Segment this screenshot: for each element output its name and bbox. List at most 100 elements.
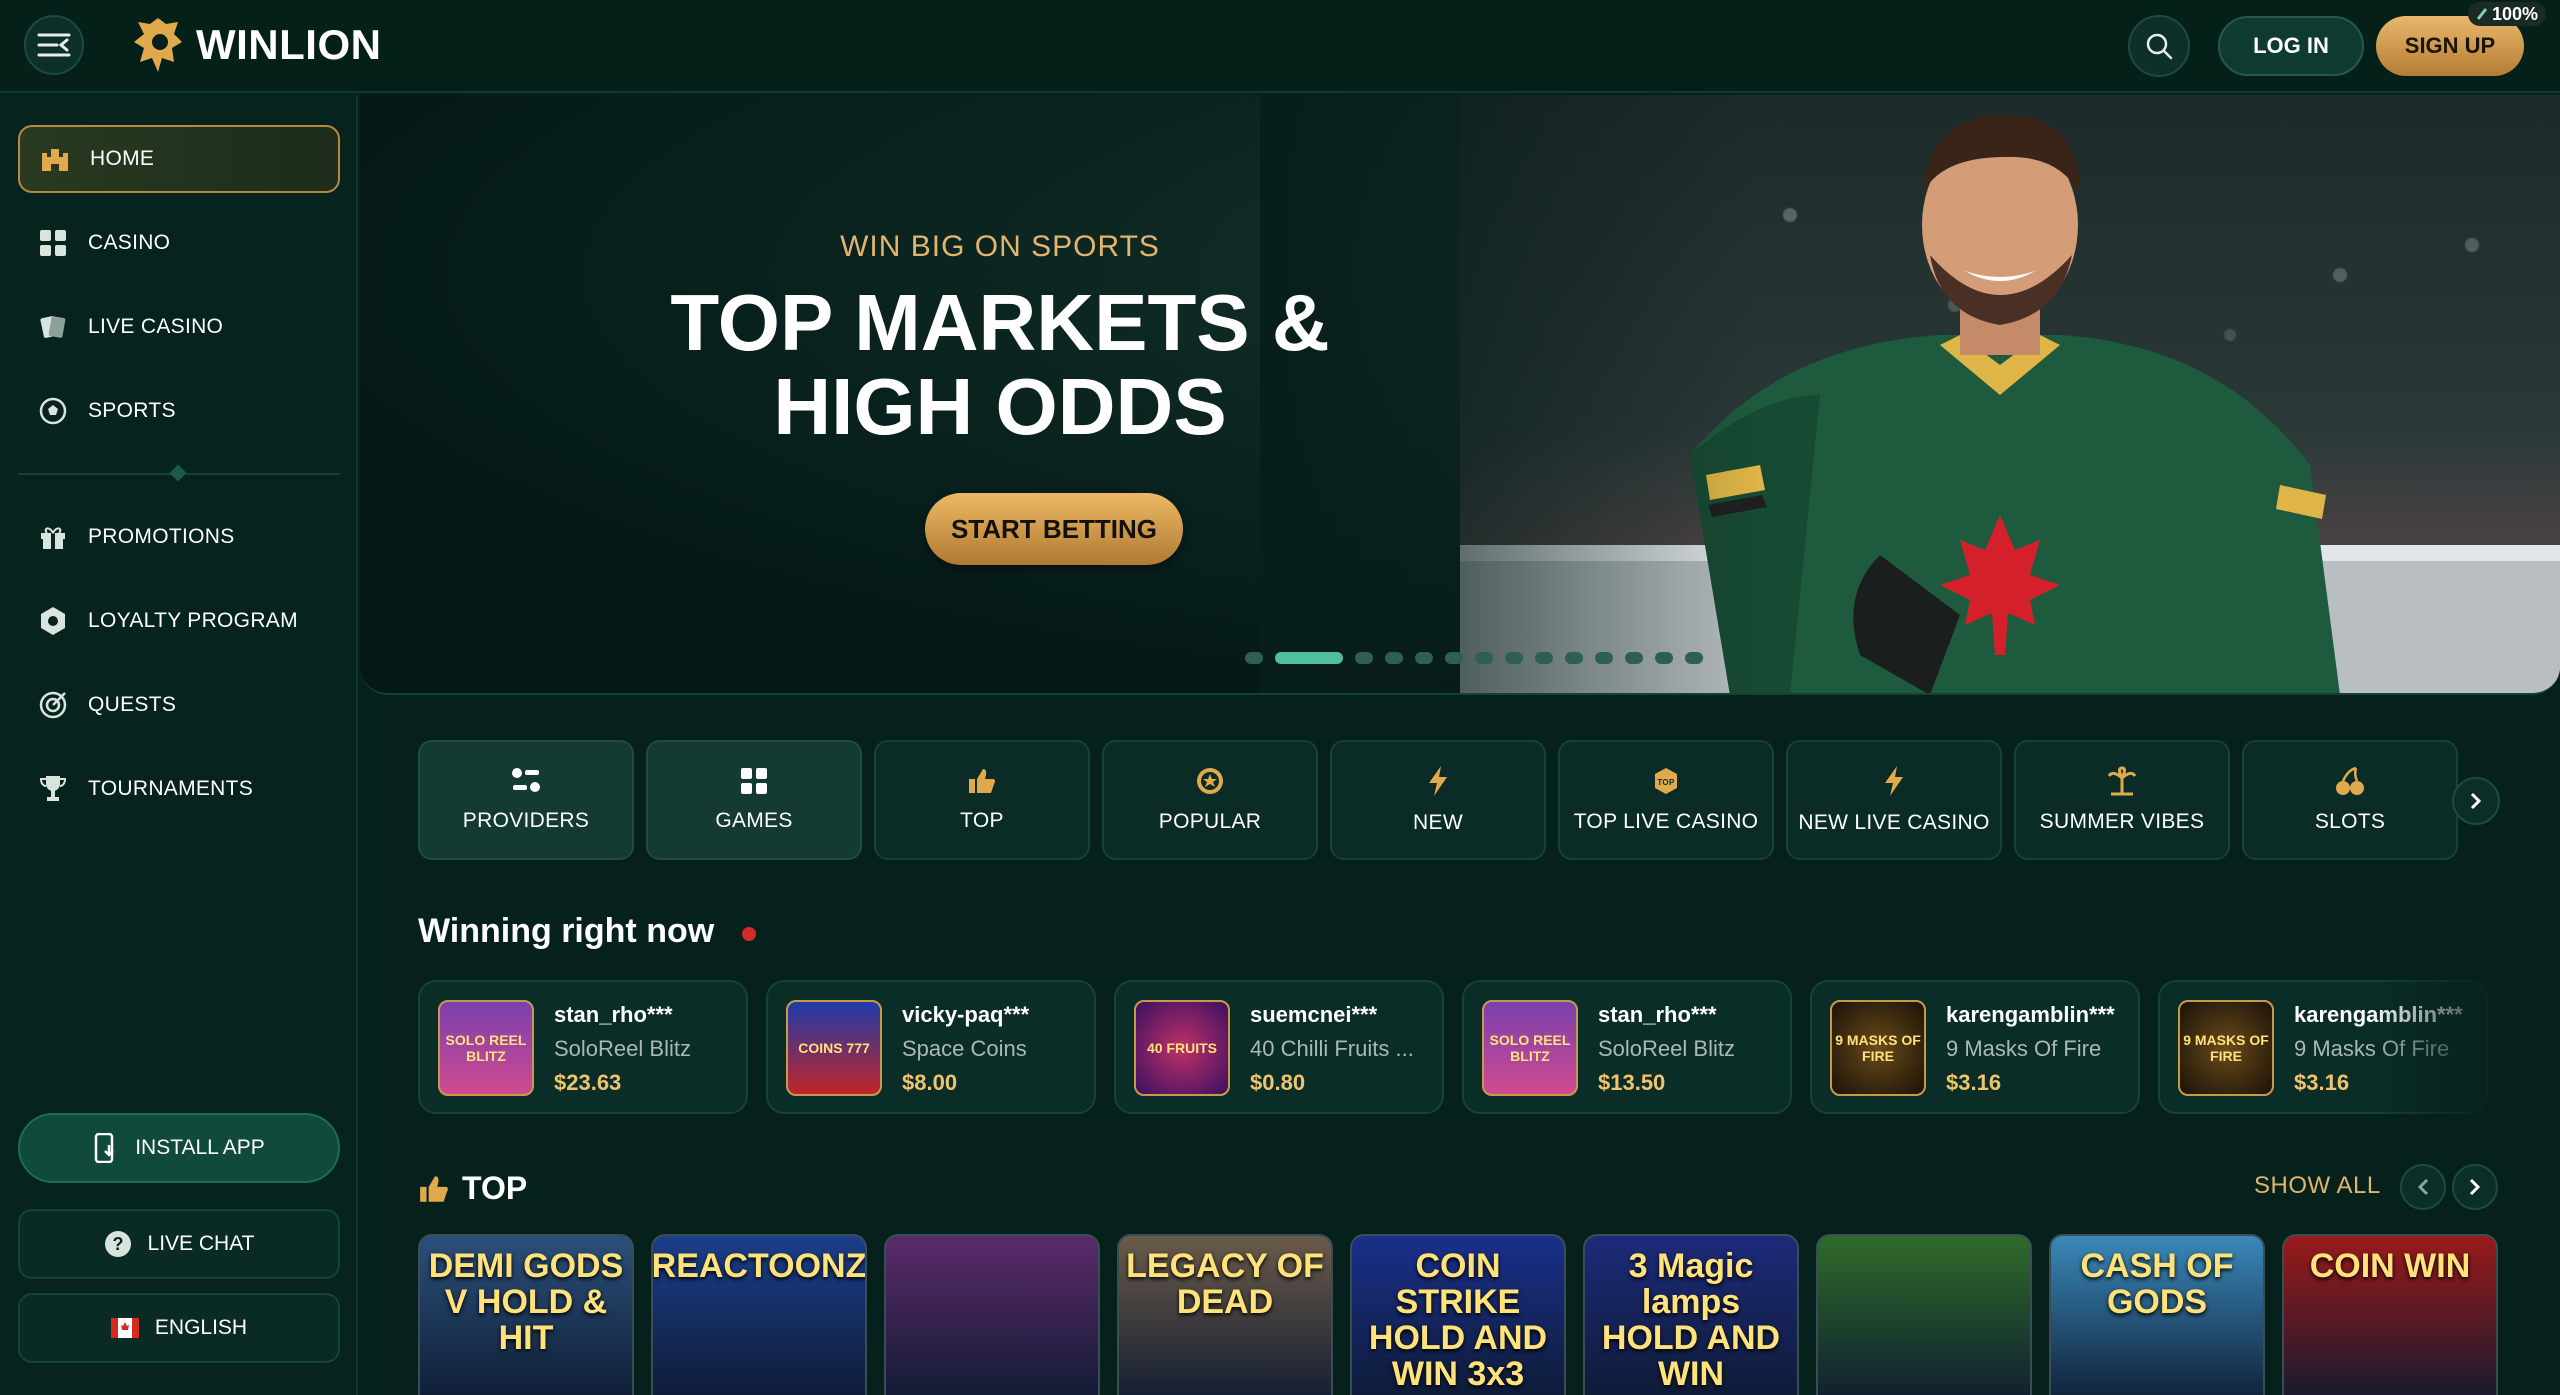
live-chat-button[interactable]: ? LIVE CHAT xyxy=(18,1209,340,1279)
carousel-dot[interactable] xyxy=(1505,652,1523,664)
carousel-dot[interactable] xyxy=(1415,652,1433,664)
winning-section-title: Winning right now xyxy=(418,912,715,950)
game-card[interactable]: CASH OF GODS xyxy=(2049,1234,2265,1395)
chevron-right-icon xyxy=(2469,1178,2481,1196)
win-user: vicky-paq*** xyxy=(902,1002,1030,1027)
category-label: SUMMER VIBES xyxy=(2039,810,2205,833)
category-top[interactable]: TOP xyxy=(874,740,1090,860)
win-amount: $23.63 xyxy=(554,1070,622,1095)
carousel-dot[interactable] xyxy=(1475,652,1493,664)
grid-icon xyxy=(741,768,767,794)
gift-icon xyxy=(38,522,68,552)
language-label: ENGLISH xyxy=(154,1316,248,1339)
sidebar-item-promotions[interactable]: PROMOTIONS xyxy=(18,503,340,571)
carousel-dot[interactable] xyxy=(1275,652,1343,664)
search-button[interactable] xyxy=(2128,15,2190,77)
win-amount: $3.16 xyxy=(2294,1070,2350,1095)
live-chat-label: LIVE CHAT xyxy=(147,1232,255,1255)
game-thumbnail: COINS 777 xyxy=(786,1000,882,1096)
install-app-label: INSTALL APP xyxy=(135,1136,265,1159)
carousel-dot[interactable] xyxy=(1385,652,1403,664)
win-amount: $0.80 xyxy=(1250,1070,1306,1095)
game-card[interactable]: REACTOONZ xyxy=(651,1234,867,1395)
game-card[interactable] xyxy=(884,1234,1100,1395)
win-user: stan_rho*** xyxy=(1598,1002,1717,1027)
sidebar-item-label: SPORTS xyxy=(88,399,176,422)
category-top-live-casino[interactable]: TOP TOP LIVE CASINO xyxy=(1558,740,1774,860)
install-app-button[interactable]: INSTALL APP xyxy=(18,1113,340,1183)
phone-download-icon xyxy=(94,1133,115,1163)
carousel-dot[interactable] xyxy=(1595,652,1613,664)
carousel-dot[interactable] xyxy=(1445,652,1463,664)
category-label: POPULAR xyxy=(1158,810,1262,833)
category-label: NEW xyxy=(1413,811,1463,834)
game-card[interactable]: DEMI GODS V HOLD & HIT xyxy=(418,1234,634,1395)
category-slots[interactable]: SLOTS xyxy=(2242,740,2458,860)
win-card[interactable]: SOLO REEL BLITZ stan_rho*** SoloReel Bli… xyxy=(418,980,748,1114)
carousel-dot[interactable] xyxy=(1685,652,1703,664)
win-amount: $13.50 xyxy=(1598,1070,1666,1095)
category-new-live-casino[interactable]: NEW LIVE CASINO xyxy=(1786,740,2002,860)
sidebar-item-label: TOURNAMENTS xyxy=(88,777,254,800)
zoom-icon xyxy=(2476,8,2488,20)
carousel-dot[interactable] xyxy=(1655,652,1673,664)
carousel-dot[interactable] xyxy=(1535,652,1553,664)
sidebar-item-tournaments[interactable]: TOURNAMENTS xyxy=(18,755,340,823)
help-icon: ? xyxy=(104,1231,131,1257)
game-card[interactable]: COIN WIN xyxy=(2282,1234,2498,1395)
category-label: TOP xyxy=(960,809,1004,832)
sidebar-item-home[interactable]: HOME xyxy=(18,125,340,193)
sidebar-item-label: CASINO xyxy=(88,231,171,254)
top-section-title: TOP xyxy=(462,1170,528,1206)
show-all-link[interactable]: SHOW ALL xyxy=(2254,1172,2381,1200)
win-game: Space Coins xyxy=(902,1036,1027,1061)
win-user: karengamblin*** xyxy=(1946,1002,2115,1027)
category-label: GAMES xyxy=(715,809,793,832)
game-card[interactable]: 3 Magic lamps HOLD AND WIN xyxy=(1583,1234,1799,1395)
menu-toggle-button[interactable] xyxy=(24,15,84,75)
category-popular[interactable]: POPULAR xyxy=(1102,740,1318,860)
win-card[interactable]: 9 MASKS OF FIRE karengamblin*** 9 Masks … xyxy=(1810,980,2140,1114)
sidebar-item-live-casino[interactable]: LIVE CASINO xyxy=(18,293,340,361)
carousel-dot[interactable] xyxy=(1355,652,1373,664)
category-games[interactable]: GAMES xyxy=(646,740,862,860)
game-thumbnail: 9 MASKS OF FIRE xyxy=(1830,1000,1926,1096)
category-summer-vibes[interactable]: SUMMER VIBES xyxy=(2014,740,2230,860)
sidebar-item-loyalty-program[interactable]: LOYALTY PROGRAM xyxy=(18,587,340,655)
search-icon xyxy=(2146,33,2173,60)
carousel-dot[interactable] xyxy=(1245,652,1263,664)
ball-icon xyxy=(38,396,68,426)
win-card[interactable]: COINS 777 vicky-paq*** Space Coins $8.00 xyxy=(766,980,1096,1114)
cards-icon xyxy=(38,312,68,342)
win-card[interactable]: 40 FRUITS suemcnei*** 40 Chilli Fruits .… xyxy=(1114,980,1444,1114)
shield-icon xyxy=(38,606,68,636)
category-providers[interactable]: PROVIDERS xyxy=(418,740,634,860)
carousel-dot[interactable] xyxy=(1565,652,1583,664)
top-next-button[interactable] xyxy=(2452,1164,2498,1210)
hero-banner[interactable]: WIN BIG ON SPORTS TOP MARKETS & HIGH ODD… xyxy=(360,95,2560,695)
hero-title: TOP MARKETS & HIGH ODDS xyxy=(670,278,1330,451)
game-card[interactable] xyxy=(1816,1234,2032,1395)
top-prev-button[interactable] xyxy=(2400,1164,2446,1210)
sidebar-item-casino[interactable]: CASINO xyxy=(18,209,340,277)
category-bar: PROVIDERS GAMES TOP POPULAR NEW TOP TOP … xyxy=(418,740,2458,862)
category-label: PROVIDERS xyxy=(462,809,590,832)
login-button[interactable]: LOG IN xyxy=(2218,16,2364,76)
sidebar-item-sports[interactable]: SPORTS xyxy=(18,377,340,445)
win-card[interactable]: SOLO REEL BLITZ stan_rho*** SoloReel Bli… xyxy=(1462,980,1792,1114)
game-card[interactable]: LEGACY OF DEAD xyxy=(1117,1234,1333,1395)
category-next-button[interactable] xyxy=(2452,777,2500,825)
win-user: stan_rho*** xyxy=(554,1002,673,1027)
game-title: REACTOONZ xyxy=(651,1247,867,1285)
divider-ornament xyxy=(169,464,187,482)
category-new[interactable]: NEW xyxy=(1330,740,1546,860)
carousel-dot[interactable] xyxy=(1625,652,1643,664)
zoom-level: 100% xyxy=(2492,3,2539,24)
language-selector[interactable]: ENGLISH xyxy=(18,1293,340,1363)
game-card[interactable]: COIN STRIKE HOLD AND WIN 3x3 xyxy=(1350,1234,1566,1395)
sidebar-item-quests[interactable]: QUESTS xyxy=(18,671,340,739)
win-game: SoloReel Blitz xyxy=(554,1036,691,1061)
start-betting-button[interactable]: START BETTING xyxy=(925,493,1183,565)
game-title: 3 Magic lamps HOLD AND WIN xyxy=(1601,1247,1781,1393)
site-logo[interactable]: WINLION xyxy=(130,14,381,76)
